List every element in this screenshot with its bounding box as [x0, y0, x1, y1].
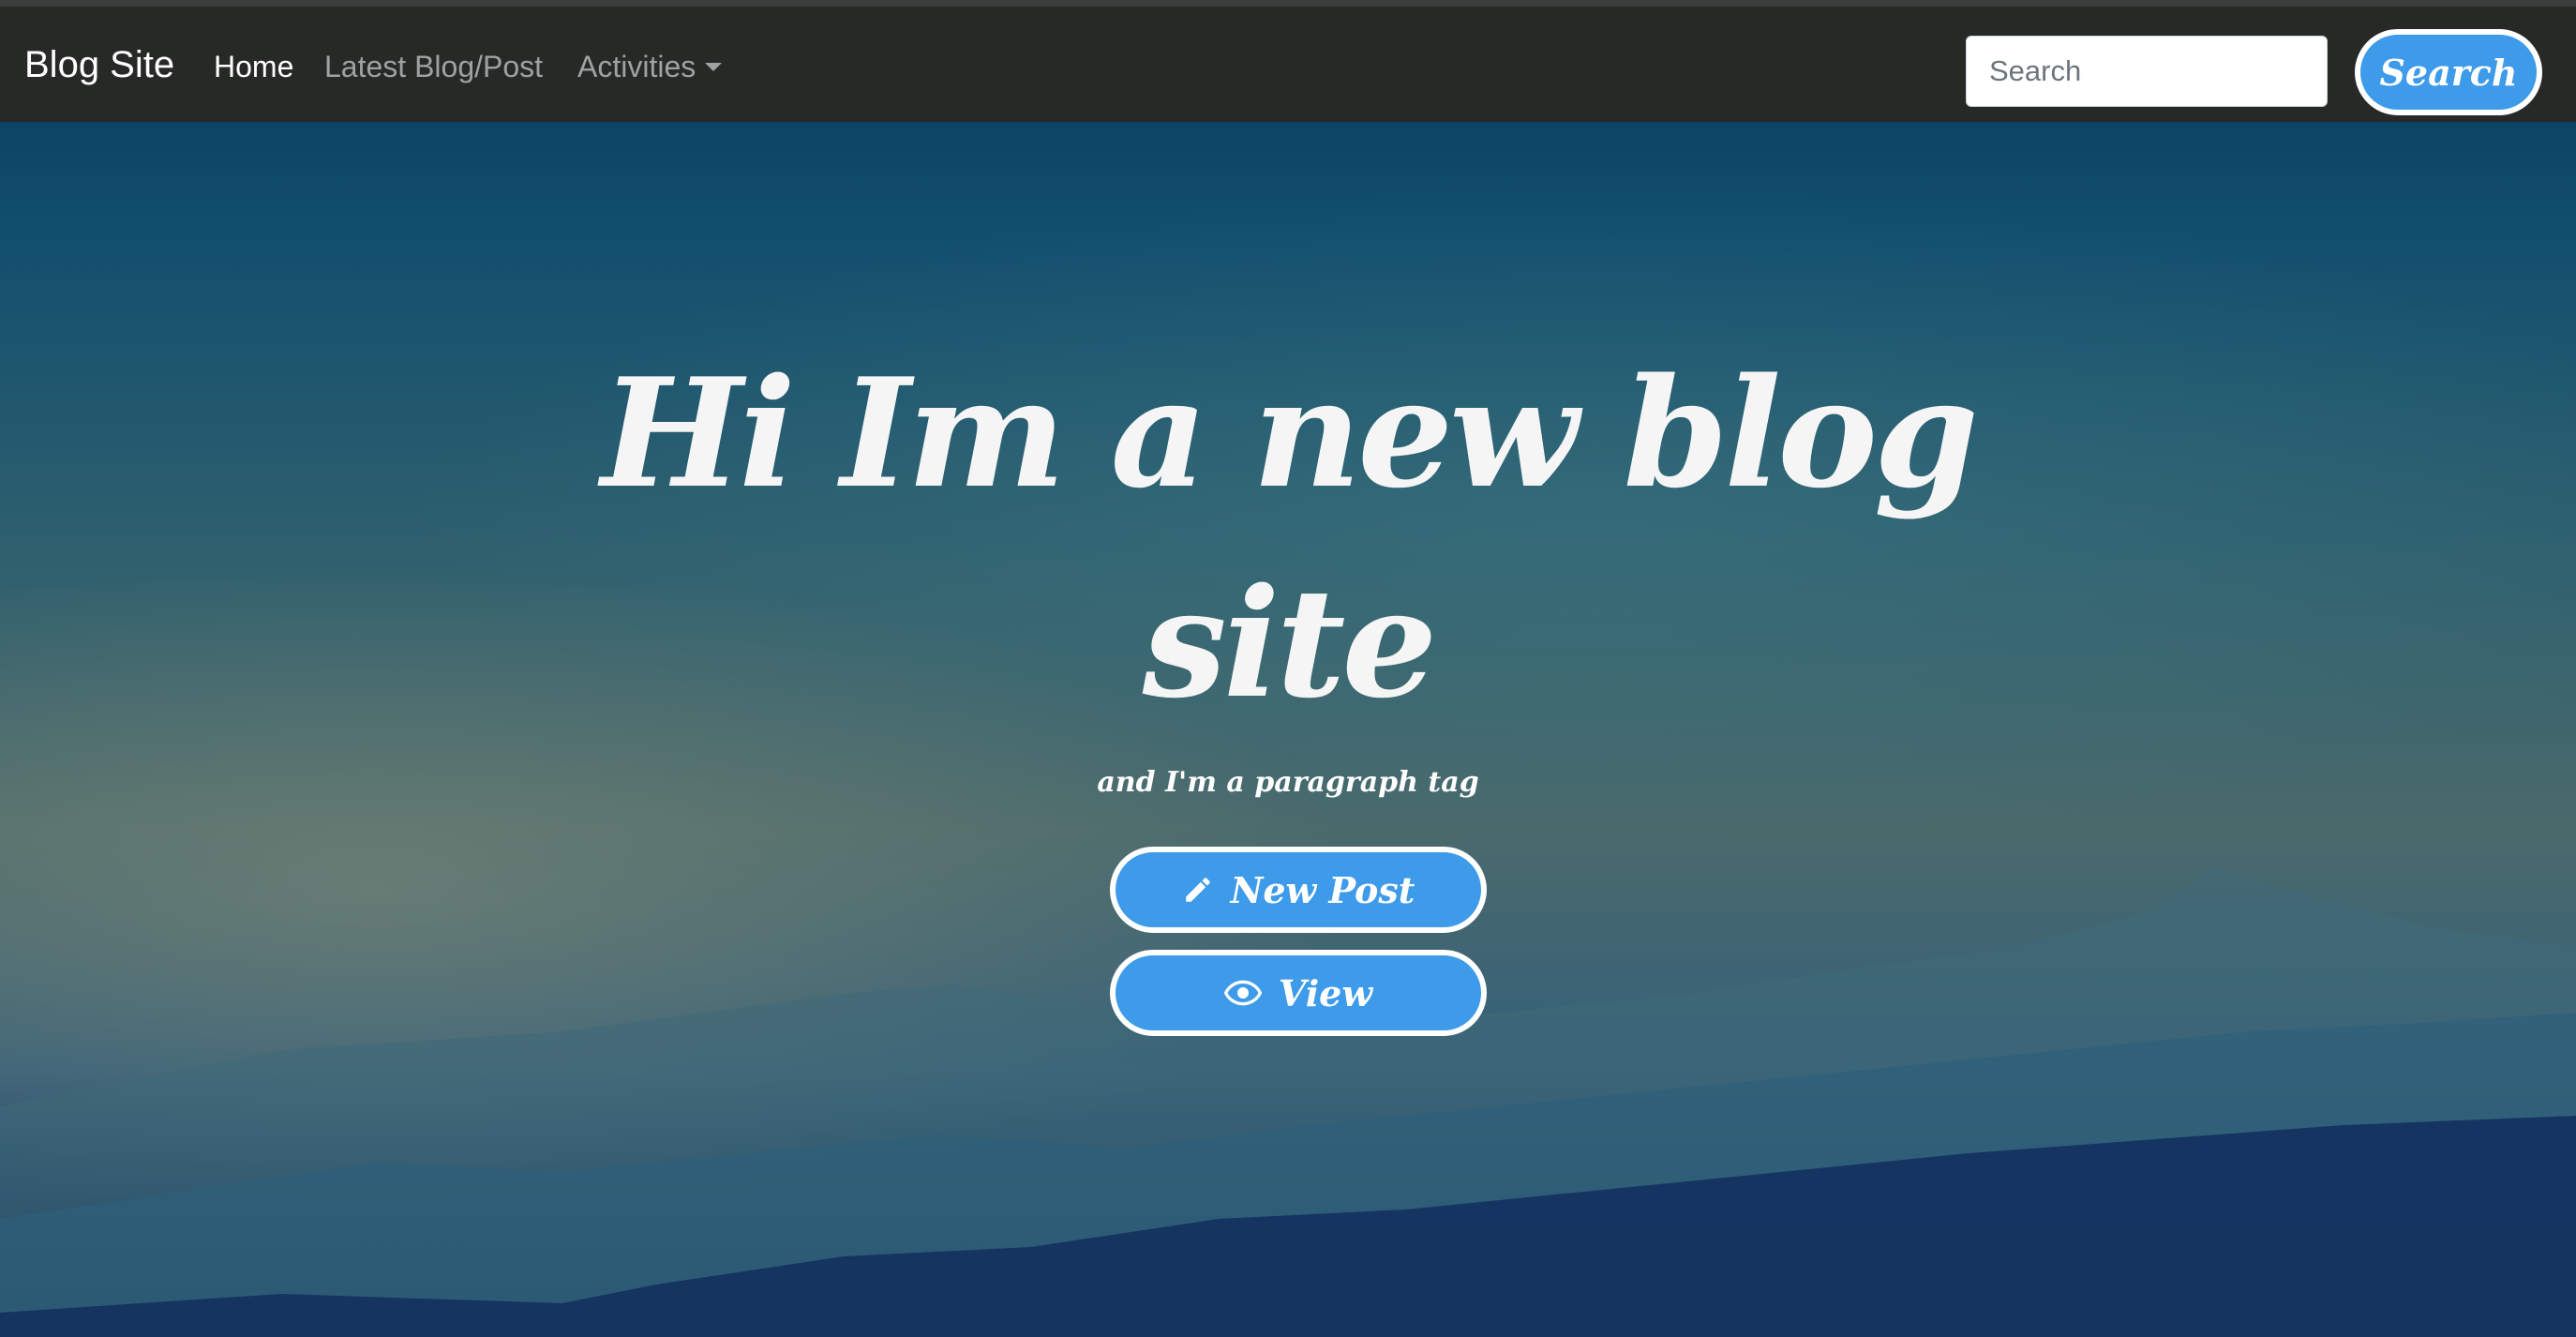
brand-logo-link[interactable]: Blog Site — [24, 44, 174, 86]
caret-down-icon — [705, 63, 723, 71]
hero-subtitle: and I'm a paragraph tag — [1097, 766, 1479, 799]
top-navbar: Blog Site Home Latest Blog/Post Activiti… — [0, 0, 2576, 122]
nav-dropdown-activities[interactable]: Activities — [577, 50, 723, 84]
nav-link-latest-blog[interactable]: Latest Blog/Post — [324, 50, 543, 84]
new-post-button[interactable]: New Post — [1110, 847, 1487, 933]
eye-icon — [1223, 979, 1262, 1007]
search-input[interactable] — [1966, 36, 2328, 107]
search-button[interactable]: Search — [2355, 29, 2542, 115]
activities-label: Activities — [577, 50, 696, 83]
hero-title: Hi Im a new blog site — [601, 345, 1979, 731]
page: Blog Site Home Latest Blog/Post Activiti… — [0, 0, 2576, 1337]
search-button-label: Search — [2379, 51, 2518, 94]
view-label: View — [1278, 971, 1373, 1014]
nav-link-home[interactable]: Home — [214, 50, 293, 84]
view-button[interactable]: View — [1110, 950, 1487, 1036]
pencil-icon — [1182, 874, 1214, 906]
new-post-label: New Post — [1230, 868, 1415, 911]
